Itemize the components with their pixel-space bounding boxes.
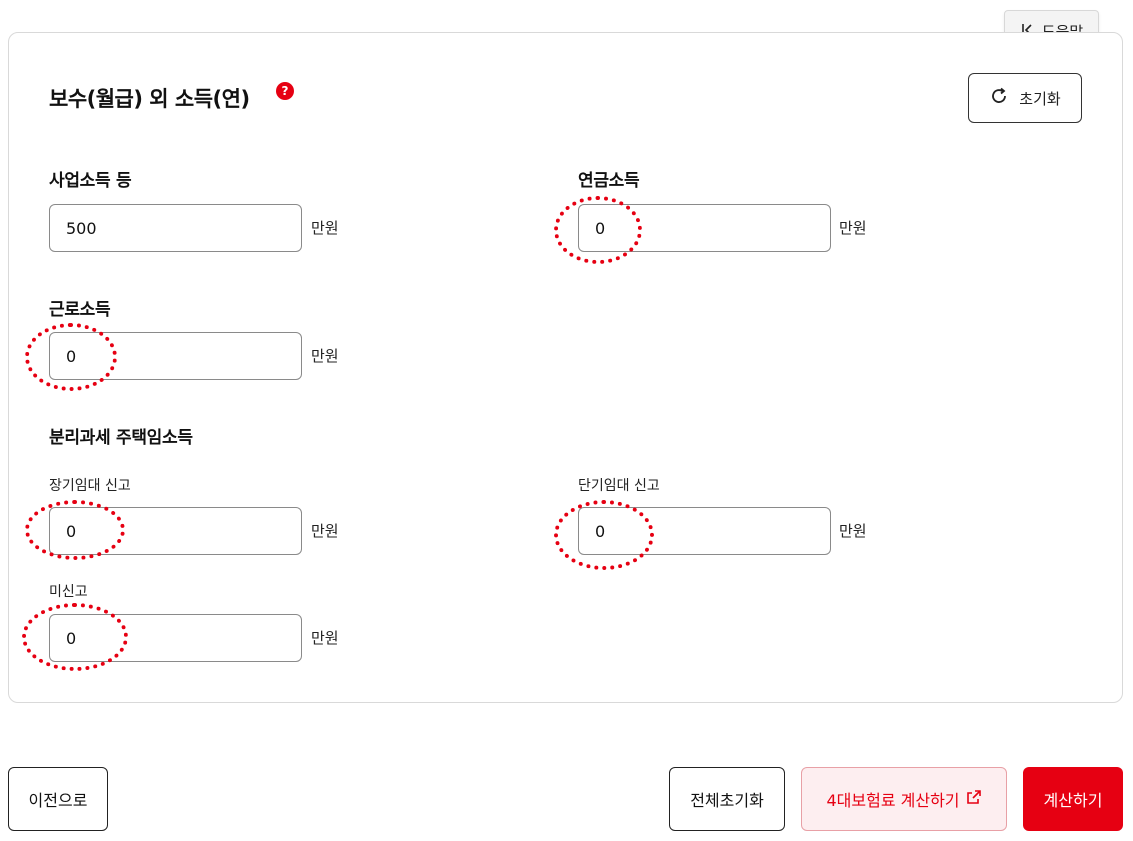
labor-income-label: 근로소득: [49, 300, 111, 320]
unreported-rental-label: 미신고: [49, 584, 88, 600]
calculate-button[interactable]: 계산하기: [1023, 767, 1123, 831]
long-term-rental-unit: 만원: [311, 522, 339, 540]
external-link-icon: [966, 789, 982, 809]
pension-income-input[interactable]: 0: [578, 204, 831, 252]
unreported-rental-input[interactable]: 0: [49, 614, 302, 662]
labor-income-input[interactable]: 0: [49, 332, 302, 380]
business-income-label: 사업소득 등: [49, 171, 132, 191]
insurance-calc-label: 4대보험료 계산하기: [826, 791, 960, 810]
housing-income-label: 분리과세 주택임소득: [49, 428, 193, 448]
long-term-rental-input[interactable]: 0: [49, 507, 302, 555]
long-term-rental-label: 장기임대 신고: [49, 478, 131, 494]
refresh-icon: [989, 86, 1009, 110]
pension-income-unit: 만원: [839, 219, 867, 237]
help-question-icon[interactable]: ?: [276, 82, 294, 100]
unreported-rental-unit: 만원: [311, 629, 339, 647]
insurance-calc-button[interactable]: 4대보험료 계산하기: [801, 767, 1007, 831]
reset-button-label: 초기화: [1019, 89, 1061, 108]
short-term-rental-label: 단기임대 신고: [578, 478, 660, 494]
reset-button[interactable]: 초기화: [968, 73, 1082, 123]
short-term-rental-unit: 만원: [839, 522, 867, 540]
business-income-unit: 만원: [311, 219, 339, 237]
section-title: 보수(월급) 외 소득(연): [49, 87, 250, 111]
previous-button[interactable]: 이전으로: [8, 767, 108, 831]
reset-all-button[interactable]: 전체초기화: [669, 767, 785, 831]
labor-income-unit: 만원: [311, 347, 339, 365]
business-income-input[interactable]: 500: [49, 204, 302, 252]
short-term-rental-input[interactable]: 0: [578, 507, 831, 555]
pension-income-label: 연금소득: [578, 171, 640, 191]
